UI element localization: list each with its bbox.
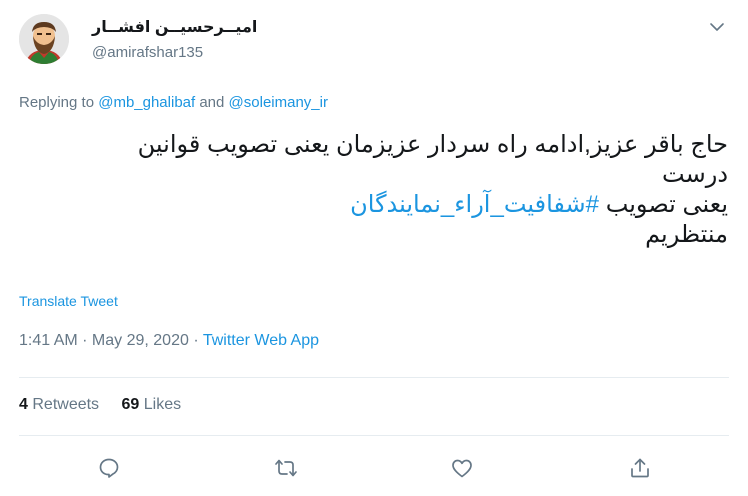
tweet-line: درست <box>662 161 728 188</box>
likes-stat[interactable]: 69 Likes <box>122 396 182 413</box>
tweet-stats: 4 Retweets 69 Likes <box>19 396 199 414</box>
retweet-button[interactable] <box>272 454 300 482</box>
like-button[interactable] <box>448 454 476 482</box>
hashtag-link[interactable]: #شفافیت_آراء_نمایندگان <box>350 191 599 218</box>
retweets-label: Retweets <box>32 396 100 413</box>
replying-prefix: Replying to <box>19 94 95 111</box>
author-display-name[interactable]: امیــرحسیــن افشــار <box>92 17 257 37</box>
tweet-line: یعنی تصویب #شفافیت_آراء_نمایندگان <box>20 190 728 220</box>
share-icon <box>631 458 649 478</box>
retweets-stat[interactable]: 4 Retweets <box>19 396 99 413</box>
author-handle[interactable]: @amirafshar135 <box>92 44 203 61</box>
reply-button[interactable] <box>95 454 123 482</box>
tweet-text: حاج باقر عزیز,ادامه راه سردار عزیزمان یع… <box>20 130 728 250</box>
meta-separator: · <box>188 332 203 349</box>
heart-icon <box>452 459 472 478</box>
tweet-date[interactable]: May 29, 2020 <box>92 332 189 349</box>
tweet-source-link[interactable]: Twitter Web App <box>203 332 319 349</box>
tweet-line-text: یعنی تصویب <box>605 191 728 218</box>
translate-tweet-link[interactable]: Translate Tweet <box>19 293 118 309</box>
replying-connector: and <box>199 94 225 111</box>
likes-count: 69 <box>121 396 140 413</box>
tweet-meta: 1:41 AM · May 29, 2020 · Twitter Web App <box>19 332 319 350</box>
chevron-down-icon[interactable] <box>708 20 726 32</box>
tweet-time[interactable]: 1:41 AM <box>19 332 78 349</box>
retweet-icon <box>275 459 297 477</box>
tweet-card: امیــرحسیــن افشــار @amirafshar135 Repl… <box>0 0 748 496</box>
reply-user-link-1[interactable]: @mb_ghalibaf <box>98 94 195 111</box>
tweet-line: منتظریم <box>645 221 728 248</box>
tweet-line: حاج باقر عزیز,ادامه راه سردار عزیزمان یع… <box>137 131 728 158</box>
avatar[interactable] <box>19 14 69 64</box>
divider <box>19 435 729 436</box>
likes-label: Likes <box>143 396 182 413</box>
reply-icon <box>99 458 119 478</box>
reply-user-link-2[interactable]: @soleimany_ir <box>229 94 328 111</box>
retweets-count: 4 <box>19 396 28 413</box>
avatar-illustration <box>19 14 69 64</box>
divider <box>19 377 729 378</box>
meta-separator: · <box>77 332 92 349</box>
share-button[interactable] <box>626 454 654 482</box>
replying-to: Replying to @mb_ghalibaf and @soleimany_… <box>19 94 328 111</box>
